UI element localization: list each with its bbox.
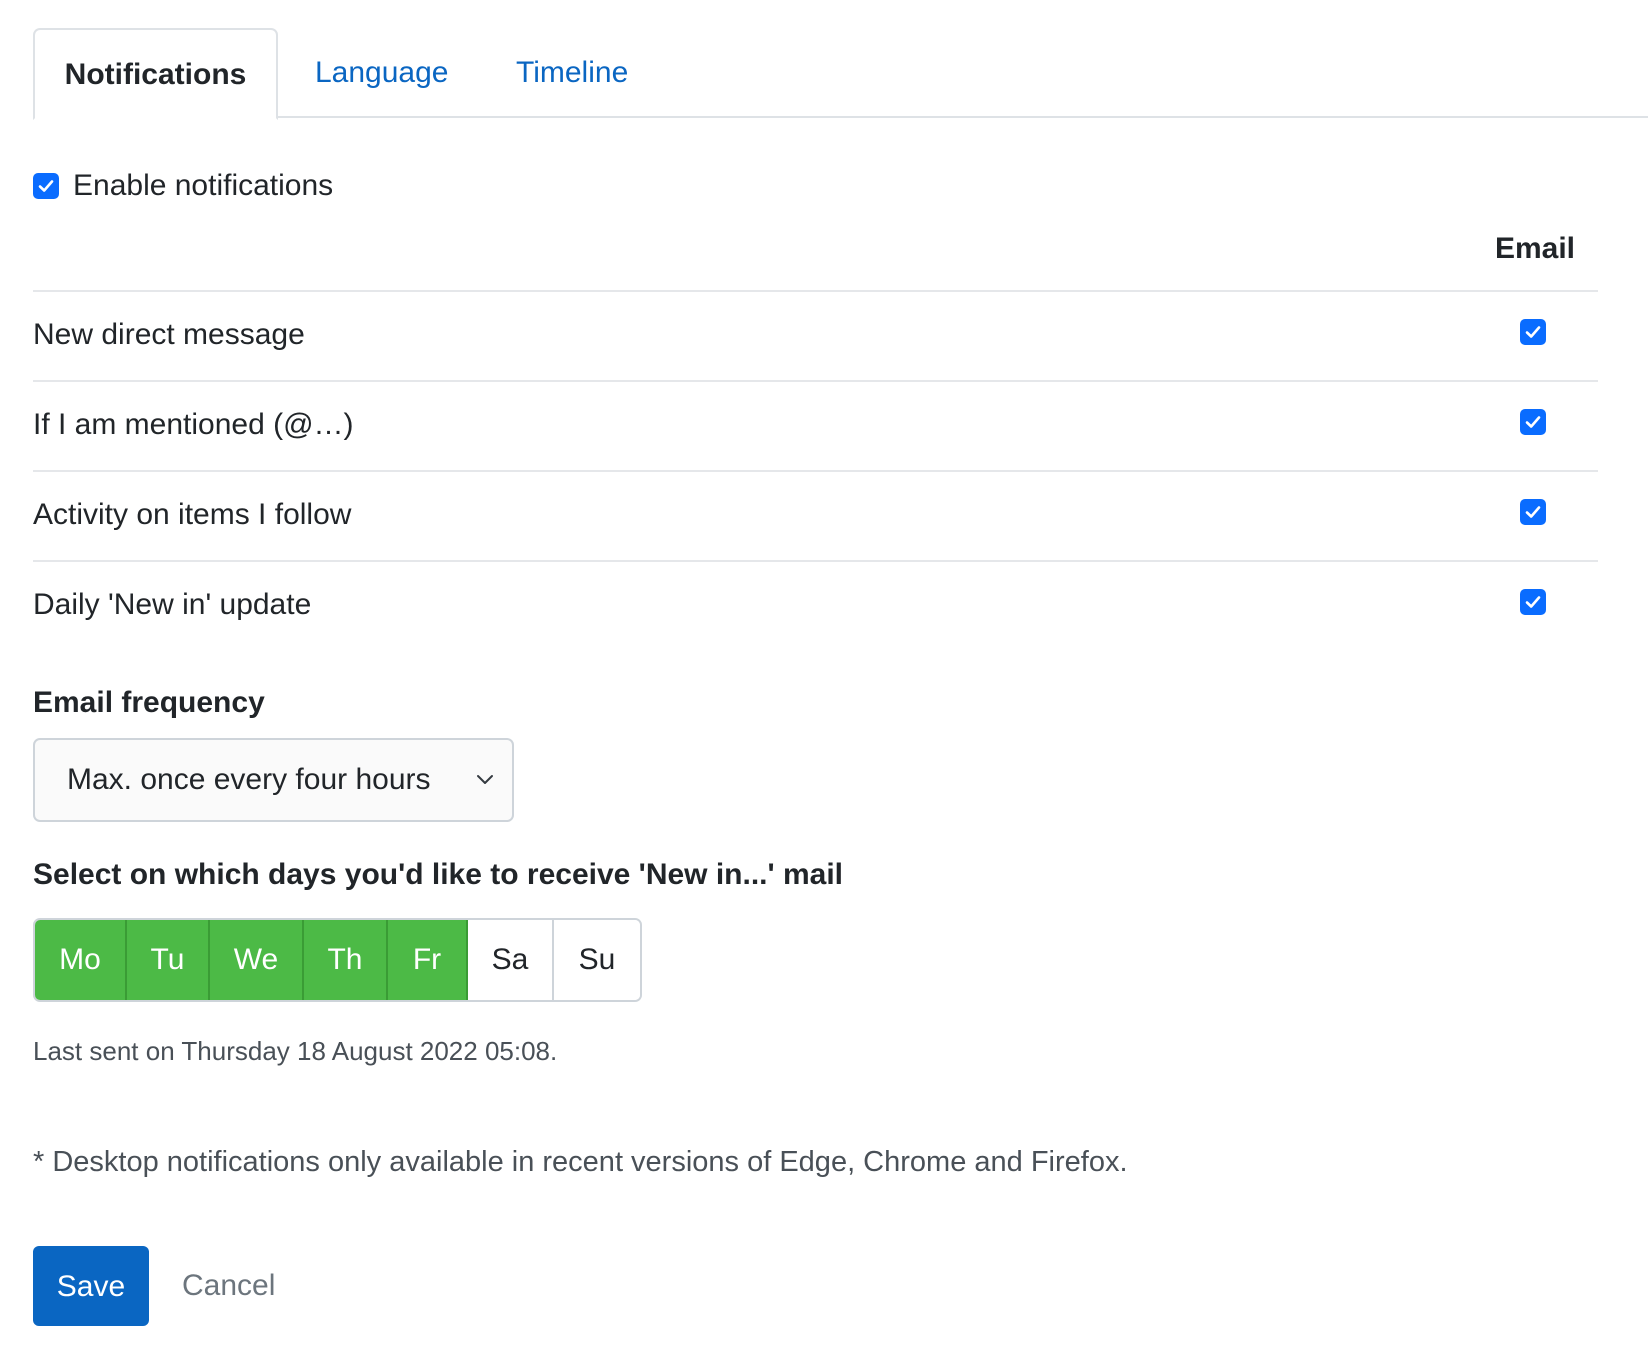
row-label: Activity on items I follow <box>33 498 352 531</box>
enable-notifications-label[interactable]: Enable notifications <box>73 169 333 203</box>
enable-notifications-checkbox[interactable] <box>33 173 59 199</box>
checkmark-icon <box>1525 596 1541 608</box>
cancel-link[interactable]: Cancel <box>182 1246 275 1326</box>
email-checkbox[interactable] <box>1520 319 1546 345</box>
day-toggle-mo[interactable]: Mo <box>35 920 127 1000</box>
day-toggle-we[interactable]: We <box>210 920 304 1000</box>
email-checkbox[interactable] <box>1520 499 1546 525</box>
email-frequency-value: Max. once every four hours <box>67 763 431 796</box>
checkmark-icon <box>1525 416 1541 428</box>
table-row: New direct message <box>33 292 1598 382</box>
settings-tabs: Notifications Language Timeline <box>33 28 1648 120</box>
tab-notifications[interactable]: Notifications <box>33 28 278 120</box>
day-selector: Mo Tu We Th Fr Sa Su <box>33 918 642 1002</box>
day-toggle-su[interactable]: Su <box>554 920 640 1000</box>
row-label: If I am mentioned (@…) <box>33 408 354 441</box>
row-label: New direct message <box>33 318 305 351</box>
checkmark-icon <box>1525 326 1541 338</box>
email-checkbox[interactable] <box>1520 589 1546 615</box>
chevron-down-icon <box>477 775 493 784</box>
save-button[interactable]: Save <box>33 1246 149 1326</box>
email-column-header: Email <box>1494 232 1576 265</box>
email-checkbox[interactable] <box>1520 409 1546 435</box>
table-row: Daily 'New in' update <box>33 562 1598 652</box>
day-toggle-sa[interactable]: Sa <box>468 920 554 1000</box>
tab-language[interactable]: Language <box>315 28 448 118</box>
email-frequency-label: Email frequency <box>33 686 265 719</box>
day-toggle-th[interactable]: Th <box>304 920 388 1000</box>
last-sent-text: Last sent on Thursday 18 August 2022 05:… <box>33 1036 558 1066</box>
table-row: If I am mentioned (@…) <box>33 382 1598 472</box>
checkmark-icon <box>1525 506 1541 518</box>
tab-timeline[interactable]: Timeline <box>516 28 628 118</box>
desktop-notifications-footnote: * Desktop notifications only available i… <box>33 1146 1128 1178</box>
checkmark-icon <box>38 180 54 192</box>
days-label: Select on which days you'd like to recei… <box>33 858 843 891</box>
table-row: Activity on items I follow <box>33 472 1598 562</box>
day-toggle-fr[interactable]: Fr <box>388 920 468 1000</box>
row-label: Daily 'New in' update <box>33 588 312 621</box>
email-frequency-select[interactable]: Max. once every four hours <box>33 738 514 822</box>
enable-notifications-row: Enable notifications <box>33 166 333 206</box>
day-toggle-tu[interactable]: Tu <box>127 920 210 1000</box>
notification-preferences-table: New direct message If I am mentioned (@…… <box>33 290 1598 652</box>
